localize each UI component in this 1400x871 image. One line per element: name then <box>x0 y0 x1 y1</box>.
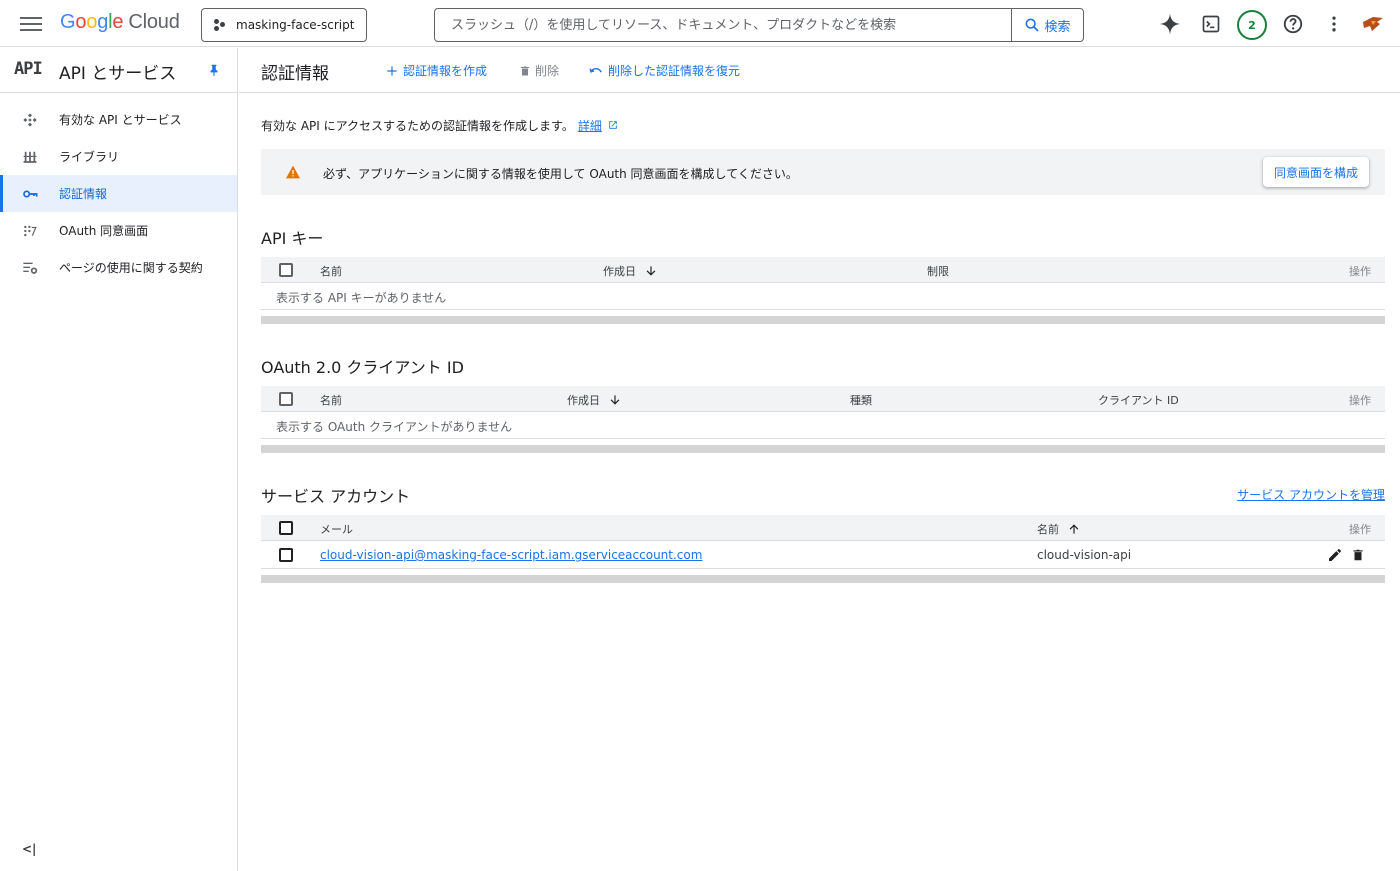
column-header-name[interactable]: 名前 <box>1037 521 1081 537</box>
sidebar-header: API API とサービス <box>0 48 237 93</box>
select-all-checkbox[interactable] <box>279 392 293 406</box>
table-row: cloud-vision-api@masking-face-script.iam… <box>261 541 1385 569</box>
sidebar-item-credentials[interactable]: 認証情報 <box>0 175 237 212</box>
search-button[interactable]: 検索 <box>1011 9 1083 41</box>
sidebar: API API とサービス 有効な API とサービス ライブラリ 認証情報 O… <box>0 48 238 871</box>
main-menu-icon[interactable] <box>20 14 42 34</box>
service-account-email-link[interactable]: cloud-vision-api@masking-face-script.iam… <box>320 548 702 562</box>
restore-deleted-credentials-button[interactable]: 削除した認証情報を復元 <box>588 62 740 79</box>
search-bar: 検索 <box>434 8 1084 42</box>
sidebar-item-enabled-apis[interactable]: 有効な API とサービス <box>0 101 237 138</box>
settings-list-icon <box>22 260 38 276</box>
consent-screen-alert: 必ず、アプリケーションに関する情報を使用して OAuth 同意画面を構成してくだ… <box>261 149 1385 195</box>
sort-desc-icon <box>646 266 656 276</box>
oauth-clients-title: OAuth 2.0 クライアント ID <box>261 358 464 377</box>
column-header-created[interactable]: 作成日 <box>603 263 658 279</box>
column-header-email[interactable]: メール <box>320 521 353 537</box>
open-in-new-icon <box>608 121 617 129</box>
google-cloud-logo[interactable]: Google Cloud <box>60 11 180 34</box>
details-link[interactable]: 詳細 <box>578 119 602 133</box>
page-description: 有効な API にアクセスするための認証情報を作成します。 詳細 <box>261 117 618 134</box>
column-header-actions: 操作 <box>1349 523 1371 536</box>
more-vert-icon[interactable] <box>1322 12 1346 36</box>
undo-icon <box>589 67 602 74</box>
horizontal-scrollbar[interactable] <box>261 445 1385 453</box>
pin-icon[interactable] <box>207 62 221 81</box>
account-avatar-icon[interactable] <box>1361 12 1385 36</box>
search-input[interactable] <box>435 9 1011 41</box>
notification-badge[interactable]: 2 <box>1237 10 1267 40</box>
gemini-sparkle-icon[interactable] <box>1158 12 1182 36</box>
column-header-type: 種類 <box>850 394 872 407</box>
sidebar-item-oauth-consent[interactable]: OAuth 同意画面 <box>0 212 237 249</box>
horizontal-scrollbar[interactable] <box>261 316 1385 324</box>
manage-service-accounts-link[interactable]: サービス アカウントを管理 <box>1237 486 1385 503</box>
delete-row-icon[interactable] <box>1351 547 1365 566</box>
api-icon <box>22 112 38 128</box>
edit-icon[interactable] <box>1327 547 1343 566</box>
delete-button[interactable]: 削除 <box>519 62 559 79</box>
column-header-restrictions: 制限 <box>927 265 949 278</box>
create-credentials-button[interactable]: 認証情報を作成 <box>385 62 487 79</box>
api-logo: API <box>14 59 43 79</box>
sidebar-title: API とサービス <box>59 64 177 84</box>
sort-desc-icon <box>610 395 620 405</box>
alert-message: 必ず、アプリケーションに関する情報を使用して OAuth 同意画面を構成してくだ… <box>323 167 798 181</box>
sidebar-item-library[interactable]: ライブラリ <box>0 138 237 175</box>
table-header: メール 名前 操作 <box>261 515 1385 541</box>
column-header-actions: 操作 <box>1349 394 1371 407</box>
horizontal-scrollbar[interactable] <box>261 575 1385 583</box>
sort-asc-icon <box>1069 524 1079 534</box>
column-header-created[interactable]: 作成日 <box>567 392 622 408</box>
project-name: masking-face-script <box>236 18 355 32</box>
cloud-shell-terminal-icon[interactable] <box>1199 12 1223 36</box>
empty-message-row: 表示する API キーがありません <box>261 283 1385 310</box>
row-checkbox[interactable] <box>279 548 293 562</box>
column-header-name[interactable]: 名前 <box>320 263 342 279</box>
select-all-checkbox[interactable] <box>279 263 293 277</box>
oauth-icon <box>22 223 38 239</box>
oauth-clients-table: 名前 作成日 種類 クライアント ID 操作 表示する OAuth クライアント… <box>261 386 1385 453</box>
search-icon <box>1026 18 1040 32</box>
sidebar-item-page-usage-agreements[interactable]: ページの使用に関する契約 <box>0 249 237 286</box>
top-bar: GoogleCloud masking-face-script 検索 2 <box>0 0 1400 47</box>
table-header: 名前 作成日 制限 操作 <box>261 257 1385 283</box>
service-accounts-table: メール 名前 操作 cloud-vision-api@masking-face-… <box>261 515 1385 583</box>
service-accounts-title: サービス アカウント <box>261 487 411 506</box>
page-header: 認証情報 認証情報を作成 削除 削除した認証情報を復元 <box>239 48 1400 93</box>
warning-icon <box>285 165 301 182</box>
table-header: 名前 作成日 種類 クライアント ID 操作 <box>261 386 1385 412</box>
configure-consent-screen-button[interactable]: 同意画面を構成 <box>1262 157 1369 187</box>
project-icon <box>214 18 228 32</box>
select-all-checkbox[interactable] <box>279 521 293 535</box>
key-icon <box>22 186 38 202</box>
api-keys-title: API キー <box>261 229 324 248</box>
column-header-client-id: クライアント ID <box>1098 394 1179 407</box>
collapse-sidebar-button[interactable]: <| <box>22 842 36 856</box>
empty-message-row: 表示する OAuth クライアントがありません <box>261 412 1385 439</box>
api-keys-table: 名前 作成日 制限 操作 表示する API キーがありません <box>261 257 1385 324</box>
main-content: 認証情報 認証情報を作成 削除 削除した認証情報を復元 有効な API にアクセ… <box>239 48 1400 871</box>
add-icon <box>387 65 397 76</box>
sidebar-nav: 有効な API とサービス ライブラリ 認証情報 OAuth 同意画面 ページの… <box>0 101 237 286</box>
help-icon[interactable] <box>1281 12 1305 36</box>
column-header-actions: 操作 <box>1349 265 1371 278</box>
column-header-name[interactable]: 名前 <box>320 392 342 408</box>
library-icon <box>22 149 38 165</box>
page-title: 認証情報 <box>261 64 329 84</box>
project-selector-button[interactable]: masking-face-script <box>201 8 367 42</box>
trash-icon <box>521 66 529 75</box>
service-account-name: cloud-vision-api <box>1037 548 1132 562</box>
